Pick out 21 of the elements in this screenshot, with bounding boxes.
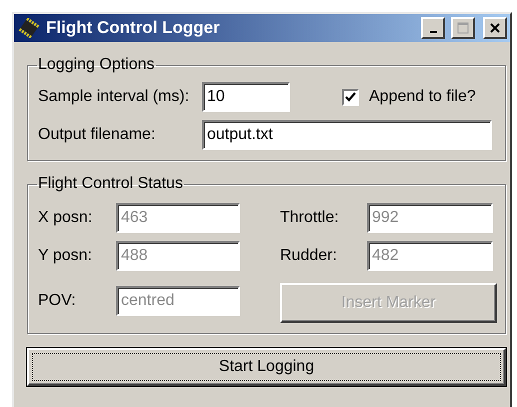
maximize-icon [457, 22, 469, 34]
field-label: Sample interval (ms): [38, 88, 190, 106]
window-title: Flight Control Logger [46, 18, 221, 38]
maximize-button[interactable] [451, 17, 475, 39]
field-label: Throttle: [280, 209, 340, 227]
field-label: POV: [38, 292, 77, 310]
checkbox-label: Append to file? [369, 88, 476, 106]
field-label: Output filename: [38, 126, 156, 144]
close-icon [489, 22, 501, 34]
start-logging-button[interactable]: Start Logging [27, 348, 506, 386]
field-label: Rudder: [280, 247, 338, 265]
group-title: Flight Control Status [37, 175, 184, 193]
minimize-button[interactable] [421, 17, 445, 39]
close-button[interactable] [483, 17, 507, 39]
input-field[interactable]: 10 [202, 82, 290, 112]
field-label: Y posn: [38, 247, 93, 265]
group-title: Logging Options [37, 56, 156, 74]
field-label: X posn: [38, 209, 94, 227]
minimize-icon [430, 31, 436, 33]
checkbox[interactable] [342, 88, 359, 106]
input-field[interactable]: output.txt [202, 120, 492, 150]
